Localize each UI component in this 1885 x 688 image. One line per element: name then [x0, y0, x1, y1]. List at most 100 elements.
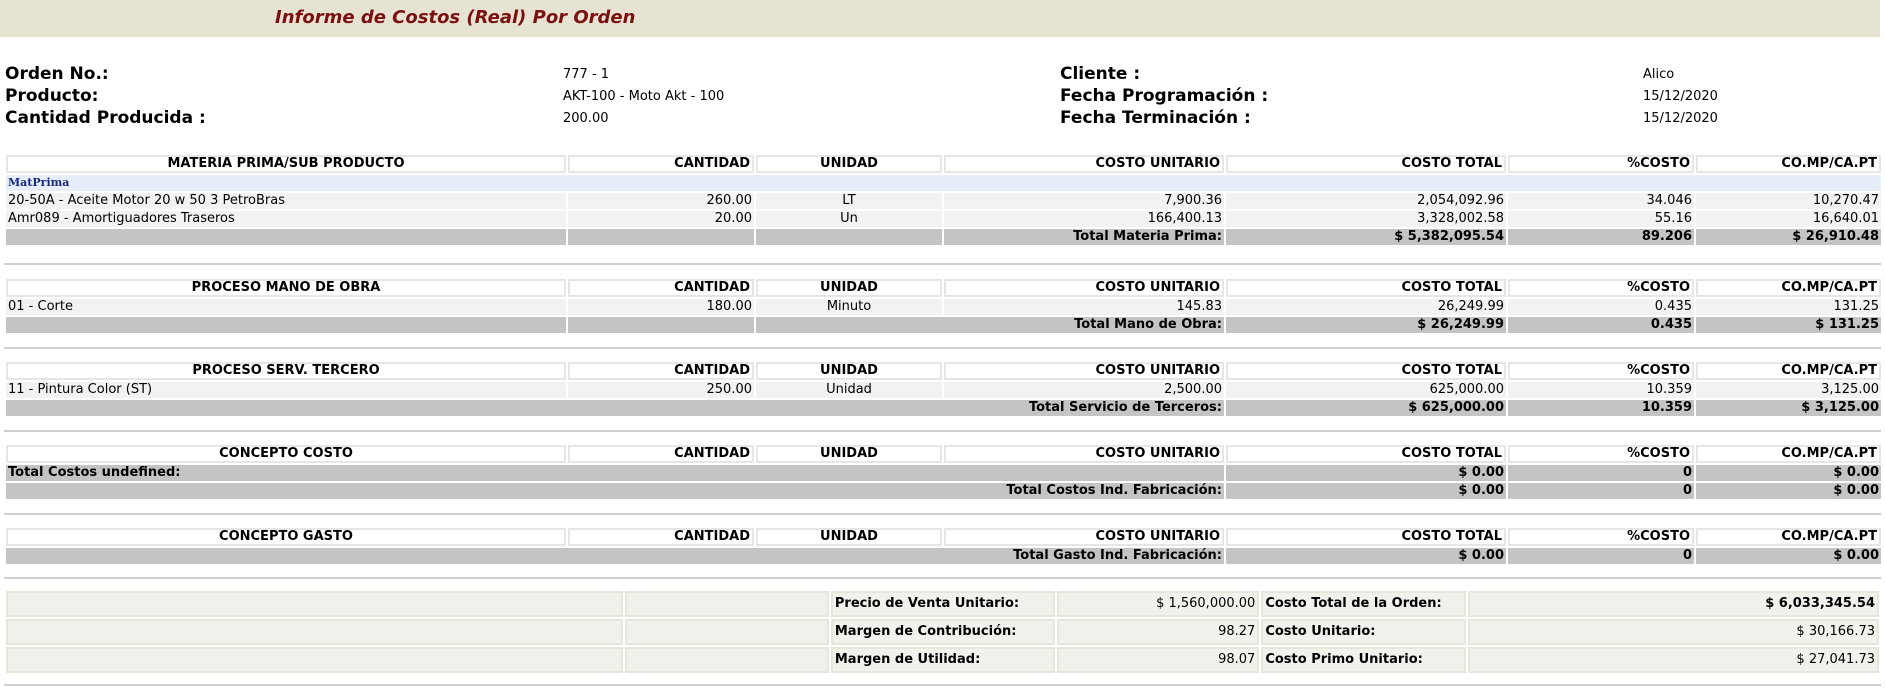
- column-header: %COSTO: [1508, 362, 1694, 380]
- costo-unitario-label: Costo Unitario:: [1261, 619, 1466, 645]
- column-header: CO.MP/CA.PT: [1696, 362, 1881, 380]
- item-costo-unitario: 7,900.36: [944, 193, 1224, 209]
- total-pct-costo: 0: [1508, 465, 1694, 481]
- cantidad-producida-label: Cantidad Producida :: [5, 108, 206, 128]
- total-costo-total: $ 5,382,095.54: [1226, 229, 1506, 245]
- total-pct-costo: 0.435: [1508, 317, 1694, 333]
- summary-row: Margen de Contribución: 98.27 Costo Unit…: [6, 619, 1879, 645]
- column-header: COSTO UNITARIO: [944, 155, 1224, 173]
- section-divider: [4, 684, 1881, 686]
- table-header-row: MATERIA PRIMA/SUB PRODUCTO CANTIDAD UNID…: [6, 155, 1881, 173]
- item-co-mp: 16,640.01: [1696, 211, 1881, 227]
- column-header: COSTO TOTAL: [1226, 362, 1506, 380]
- precio-venta-label: Precio de Venta Unitario:: [830, 591, 1056, 617]
- item-costo-total: 2,054,092.96: [1226, 193, 1506, 209]
- fecha-terminacion-label: Fecha Terminación :: [1060, 108, 1251, 128]
- total-label: Total Servicio de Terceros:: [6, 400, 1224, 416]
- total-costo-total: $ 0.00: [1226, 483, 1506, 499]
- item-unidad: Minuto: [756, 299, 942, 315]
- margen-contribucion-label: Margen de Contribución:: [830, 619, 1056, 645]
- item-co-mp: 10,270.47: [1696, 193, 1881, 209]
- margen-utilidad-label: Margen de Utilidad:: [830, 647, 1056, 673]
- total-row: Total Materia Prima: $ 5,382,095.54 89.2…: [6, 229, 1881, 245]
- page-title: Informe de Costos (Real) Por Orden: [275, 7, 636, 28]
- costo-total-orden-label: Costo Total de la Orden:: [1261, 591, 1466, 617]
- total-co-mp: $ 26,910.48: [1696, 229, 1881, 245]
- item-unidad: Un: [756, 211, 942, 227]
- total-label: Total Gasto Ind. Fabricación:: [6, 548, 1224, 564]
- column-header: CO.MP/CA.PT: [1696, 528, 1881, 546]
- column-header: COSTO TOTAL: [1226, 528, 1506, 546]
- item-co-mp: 131.25: [1696, 299, 1881, 315]
- total-co-mp: $ 0.00: [1696, 483, 1881, 499]
- item-pct-costo: 34.046: [1508, 193, 1694, 209]
- item-cantidad: 250.00: [568, 382, 754, 398]
- column-header: COSTO TOTAL: [1226, 279, 1506, 297]
- item-name: 20-50A - Aceite Motor 20 w 50 3 PetroBra…: [6, 193, 566, 209]
- item-costo-unitario: 2,500.00: [944, 382, 1224, 398]
- total-co-mp: $ 0.00: [1696, 465, 1881, 481]
- column-header: %COSTO: [1508, 155, 1694, 173]
- total-row: Total Servicio de Terceros: $ 625,000.00…: [6, 400, 1881, 416]
- table-row: 11 - Pintura Color (ST) 250.00 Unidad 2,…: [6, 382, 1881, 398]
- column-header: COSTO TOTAL: [1226, 445, 1506, 463]
- summary-table: Precio de Venta Unitario: $ 1,560,000.00…: [4, 589, 1881, 675]
- costo-primo-unitario-value: $ 27,041.73: [1467, 647, 1879, 673]
- item-name: 11 - Pintura Color (ST): [6, 382, 566, 398]
- total-costo-total: $ 26,249.99: [1226, 317, 1506, 333]
- item-costo-total: 26,249.99: [1226, 299, 1506, 315]
- costo-unitario-value: $ 30,166.73: [1467, 619, 1879, 645]
- table-row: 01 - Corte 180.00 Minuto 145.83 26,249.9…: [6, 299, 1881, 315]
- fecha-programacion-label: Fecha Programación :: [1060, 86, 1269, 106]
- total-row: Total Gasto Ind. Fabricación: $ 0.00 0 $…: [6, 548, 1881, 564]
- column-header: UNIDAD: [756, 155, 942, 173]
- cantidad-producida-value: 200.00: [563, 111, 609, 126]
- total-row: Total Costos undefined: $ 0.00 0 $ 0.00: [6, 465, 1881, 481]
- summary-row: Margen de Utilidad: 98.07 Costo Primo Un…: [6, 647, 1879, 673]
- column-header: CANTIDAD: [568, 362, 754, 380]
- concepto-gasto-table: CONCEPTO GASTO CANTIDAD UNIDAD COSTO UNI…: [4, 526, 1883, 566]
- table-row: 20-50A - Aceite Motor 20 w 50 3 PetroBra…: [6, 193, 1881, 209]
- section-divider: [4, 430, 1881, 432]
- column-header: CO.MP/CA.PT: [1696, 445, 1881, 463]
- column-header: COSTO UNITARIO: [944, 528, 1224, 546]
- column-header: UNIDAD: [756, 528, 942, 546]
- column-header: UNIDAD: [756, 279, 942, 297]
- total-co-mp: $ 0.00: [1696, 548, 1881, 564]
- column-header: %COSTO: [1508, 279, 1694, 297]
- column-header: UNIDAD: [756, 362, 942, 380]
- total-row: Total Costos Ind. Fabricación: $ 0.00 0 …: [6, 483, 1881, 499]
- total-co-mp: $ 131.25: [1696, 317, 1881, 333]
- total-pct-costo: 89.206: [1508, 229, 1694, 245]
- total-label: Total Costos Ind. Fabricación:: [6, 483, 1224, 499]
- item-cantidad: 20.00: [568, 211, 754, 227]
- cliente-label: Cliente :: [1060, 64, 1141, 84]
- cliente-value: Alico: [1643, 67, 1675, 82]
- section-divider: [4, 347, 1881, 349]
- fecha-programacion-value: 15/12/2020: [1643, 89, 1718, 104]
- total-row: Total Mano de Obra: $ 26,249.99 0.435 $ …: [6, 317, 1881, 333]
- column-header: PROCESO SERV. TERCERO: [6, 362, 566, 380]
- materia-prima-table: MATERIA PRIMA/SUB PRODUCTO CANTIDAD UNID…: [4, 153, 1883, 247]
- column-header: CONCEPTO GASTO: [6, 528, 566, 546]
- costo-total-orden-value: $ 6,033,345.54: [1467, 591, 1879, 617]
- column-header: CO.MP/CA.PT: [1696, 155, 1881, 173]
- item-cantidad: 180.00: [568, 299, 754, 315]
- item-costo-unitario: 145.83: [944, 299, 1224, 315]
- item-pct-costo: 0.435: [1508, 299, 1694, 315]
- item-costo-total: 3,328,002.58: [1226, 211, 1506, 227]
- total-label: Total Costos undefined:: [6, 465, 1224, 481]
- total-costo-total: $ 625,000.00: [1226, 400, 1506, 416]
- producto-label: Producto:: [5, 86, 99, 106]
- table-row: Amr089 - Amortiguadores Traseros 20.00 U…: [6, 211, 1881, 227]
- total-co-mp: $ 3,125.00: [1696, 400, 1881, 416]
- item-cantidad: 260.00: [568, 193, 754, 209]
- column-header: MATERIA PRIMA/SUB PRODUCTO: [6, 155, 566, 173]
- group-label: MatPrima: [6, 175, 1881, 191]
- item-costo-total: 625,000.00: [1226, 382, 1506, 398]
- column-header: COSTO UNITARIO: [944, 445, 1224, 463]
- column-header: CO.MP/CA.PT: [1696, 279, 1881, 297]
- group-row: MatPrima: [6, 175, 1881, 191]
- section-divider: [4, 513, 1881, 515]
- fecha-terminacion-value: 15/12/2020: [1643, 111, 1718, 126]
